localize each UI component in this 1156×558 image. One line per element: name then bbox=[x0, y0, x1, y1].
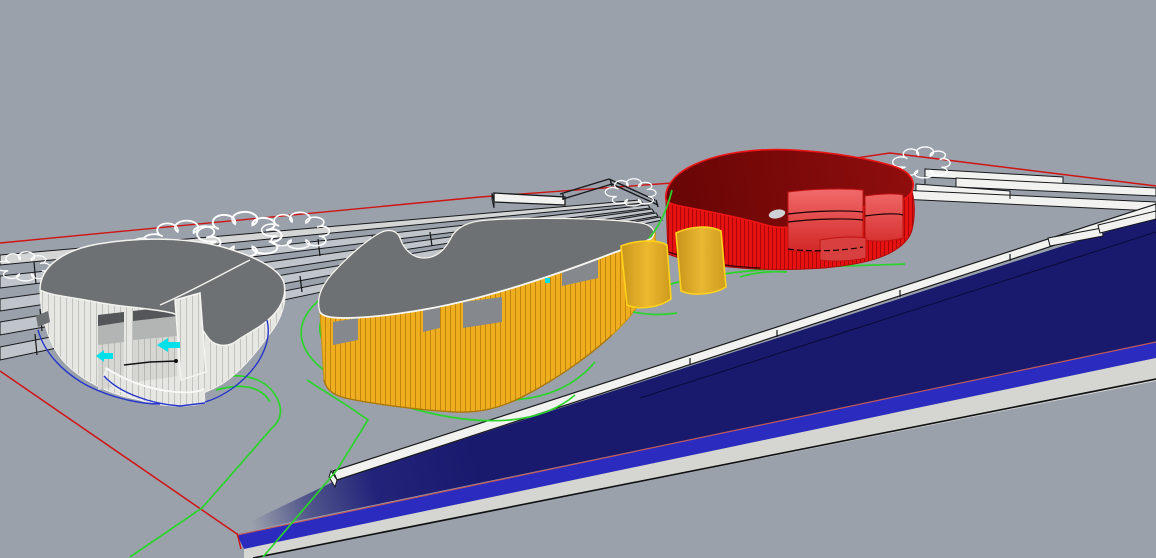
white-floor-node bbox=[174, 359, 178, 363]
annex-cylinder-1[interactable] bbox=[621, 241, 671, 308]
annex-cylinder-2[interactable] bbox=[676, 227, 726, 294]
cyan-dot-marker bbox=[545, 278, 550, 283]
white-curved-wall[interactable] bbox=[175, 293, 206, 380]
scene-canvas[interactable] bbox=[0, 0, 1156, 558]
cad-3d-viewport[interactable] bbox=[0, 0, 1156, 558]
